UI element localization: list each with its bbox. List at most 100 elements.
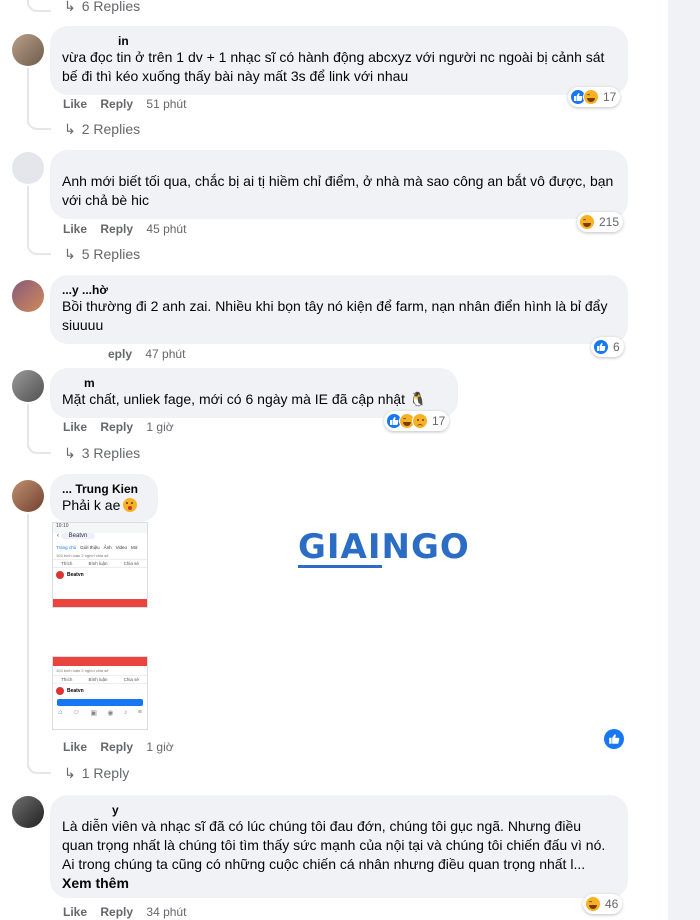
comment-timestamp[interactable]: 34 phút: [146, 905, 186, 919]
sad-reaction-icon: [412, 413, 428, 429]
reply-arrow-icon: ↳: [64, 246, 76, 262]
comment-bubble: in vừa đọc tin ở trên 1 dv + 1 nhạc sĩ c…: [50, 26, 628, 95]
comment-timestamp[interactable]: 51 phút: [146, 97, 186, 111]
view-replies-link[interactable]: ↳ 2 Replies: [64, 120, 140, 138]
thumb-message-button: [57, 699, 143, 706]
reaction-summary[interactable]: 215: [577, 212, 624, 232]
view-replies-link[interactable]: ↳ 3 Replies: [64, 444, 140, 462]
avatar[interactable]: [12, 34, 44, 66]
avatar[interactable]: [12, 152, 44, 184]
thread-connector: [27, 0, 51, 12]
thumb-red-bar: [53, 599, 147, 607]
like-reaction-icon: [593, 339, 609, 355]
thread-line: [27, 186, 29, 248]
attached-screenshot[interactable]: 104 bình luận 2 nghìn chia sẻ Thích Bình…: [52, 656, 148, 730]
thumb-tabbar: ⌂ ☺ ▣ ◉ ♪ ≡: [53, 707, 147, 717]
comment-text: vừa đọc tin ở trên 1 dv + 1 nhạc sĩ có h…: [62, 49, 605, 84]
thumb-red-bar: [53, 657, 147, 666]
comment-author[interactable]: in: [62, 34, 616, 48]
thread-connector: [27, 243, 51, 255]
reply-arrow-icon: ↳: [64, 445, 76, 461]
watch-icon: ▣: [90, 710, 97, 717]
haha-reaction-icon: [579, 214, 595, 230]
menu-icon: ≡: [137, 709, 142, 716]
status-bar: 10:10: [53, 523, 147, 533]
smile-emoji-icon: [123, 498, 138, 512]
watermark-underline: [298, 565, 382, 568]
friends-icon: ☺: [72, 709, 80, 716]
comment-timestamp[interactable]: 45 phút: [146, 222, 186, 236]
watermark-logo: GIAINGO: [298, 527, 470, 568]
comment-actions: Like Reply 34 phút: [63, 904, 196, 920]
like-button[interactable]: Like: [63, 905, 87, 919]
comment-bubble: ... Trung Kien Phải k ae: [50, 474, 158, 522]
comment-text: Phải k ae: [62, 496, 146, 515]
comment-author[interactable]: ... Trung Kien: [62, 482, 146, 496]
reaction-summary[interactable]: 6: [591, 337, 624, 357]
view-replies-link[interactable]: ↳ 1 Reply: [64, 764, 129, 782]
thread-line: [27, 68, 29, 124]
attached-screenshot[interactable]: 10:10 ‹ Beatvn Trang chủ Giới thiệu Ảnh …: [52, 522, 148, 608]
view-replies-link[interactable]: ↳ 5 Replies: [64, 245, 140, 263]
comment-author[interactable]: m: [62, 376, 446, 390]
comment-timestamp[interactable]: 1 giờ: [146, 420, 173, 434]
reaction-summary[interactable]: 17: [568, 87, 621, 107]
comment-actions: Like Reply 1 giờ: [63, 739, 184, 755]
comment-text: Anh mới biết tối qua, chắc bị ai tị hiềm…: [62, 173, 614, 208]
like-button[interactable]: Like: [63, 740, 87, 754]
bell-icon: ♪: [123, 709, 128, 716]
comment-timestamp[interactable]: 1 giờ: [146, 740, 173, 754]
view-replies-link[interactable]: ↳ 6 Replies: [64, 0, 140, 15]
penguin-emoji-icon: 🐧: [408, 391, 427, 407]
thread-connector: [27, 118, 51, 130]
page-avatar: [56, 571, 64, 579]
comment-actions: Like Reply 51 phút: [63, 96, 196, 112]
comment-bubble: y Là diễn viên và nhạc sĩ đã có lúc chún…: [50, 795, 628, 898]
see-more-link[interactable]: Xem thêm: [62, 875, 129, 891]
thumb-tabs: Trang chủ Giới thiệu Ảnh Video Mở: [56, 545, 138, 550]
comment-author[interactable]: y: [62, 803, 616, 817]
avatar[interactable]: [12, 280, 44, 312]
thumb-search: Beatvn: [60, 533, 96, 539]
thumb-actions: Thích Bình luận Chia sẻ: [53, 675, 147, 684]
back-icon: ‹: [57, 533, 59, 539]
comment-text: Mặt chất, unliek fage, mới có 6 ngày mà …: [62, 391, 427, 407]
like-button[interactable]: Like: [63, 420, 87, 434]
comment-bubble: Anh mới biết tối qua, chắc bị ai tị hiềm…: [50, 150, 628, 219]
reply-button[interactable]: eply: [108, 347, 132, 361]
like-reaction-icon[interactable]: [604, 729, 624, 749]
reaction-summary[interactable]: 17: [384, 411, 450, 431]
reply-button[interactable]: Reply: [100, 420, 133, 434]
like-button[interactable]: Like: [63, 222, 87, 236]
haha-reaction-icon: [585, 896, 601, 912]
thread-connector: [27, 762, 51, 774]
page-avatar: [56, 687, 64, 695]
thread-connector: [27, 442, 51, 454]
comment-text: Là diễn viên và nhạc sĩ đã có lúc chúng …: [62, 818, 606, 891]
comment-actions: eply 47 phút: [108, 346, 195, 362]
thumb-actions: Thích Bình luận Chia sẻ: [53, 559, 147, 568]
like-button[interactable]: Like: [63, 97, 87, 111]
thread-line: [27, 514, 29, 768]
avatar[interactable]: [12, 370, 44, 402]
profile-icon: ◉: [107, 710, 114, 717]
reply-arrow-icon: ↳: [64, 0, 76, 14]
reply-button[interactable]: Reply: [100, 97, 133, 111]
avatar[interactable]: [12, 480, 44, 512]
reply-button[interactable]: Reply: [100, 222, 133, 236]
comment-author[interactable]: [62, 158, 616, 172]
comment-author[interactable]: ...y ...hờ: [62, 283, 616, 297]
reply-arrow-icon: ↳: [64, 121, 76, 137]
reply-button[interactable]: Reply: [100, 905, 133, 919]
avatar[interactable]: [12, 796, 44, 828]
comment-timestamp[interactable]: 47 phút: [145, 347, 185, 361]
comment-text: Bồi thường đi 2 anh zai. Nhiều khi bọn t…: [62, 298, 608, 333]
reply-arrow-icon: ↳: [64, 765, 76, 781]
reply-button[interactable]: Reply: [100, 740, 133, 754]
comment-bubble: ...y ...hờ Bồi thường đi 2 anh zai. Nhiề…: [50, 275, 628, 344]
home-icon: ⌂: [58, 709, 63, 716]
comment-actions: Like Reply 1 giờ: [63, 419, 184, 435]
reaction-summary[interactable]: 46: [583, 894, 623, 914]
comment-actions: Like Reply 45 phút: [63, 221, 196, 237]
right-pane: [668, 0, 700, 920]
